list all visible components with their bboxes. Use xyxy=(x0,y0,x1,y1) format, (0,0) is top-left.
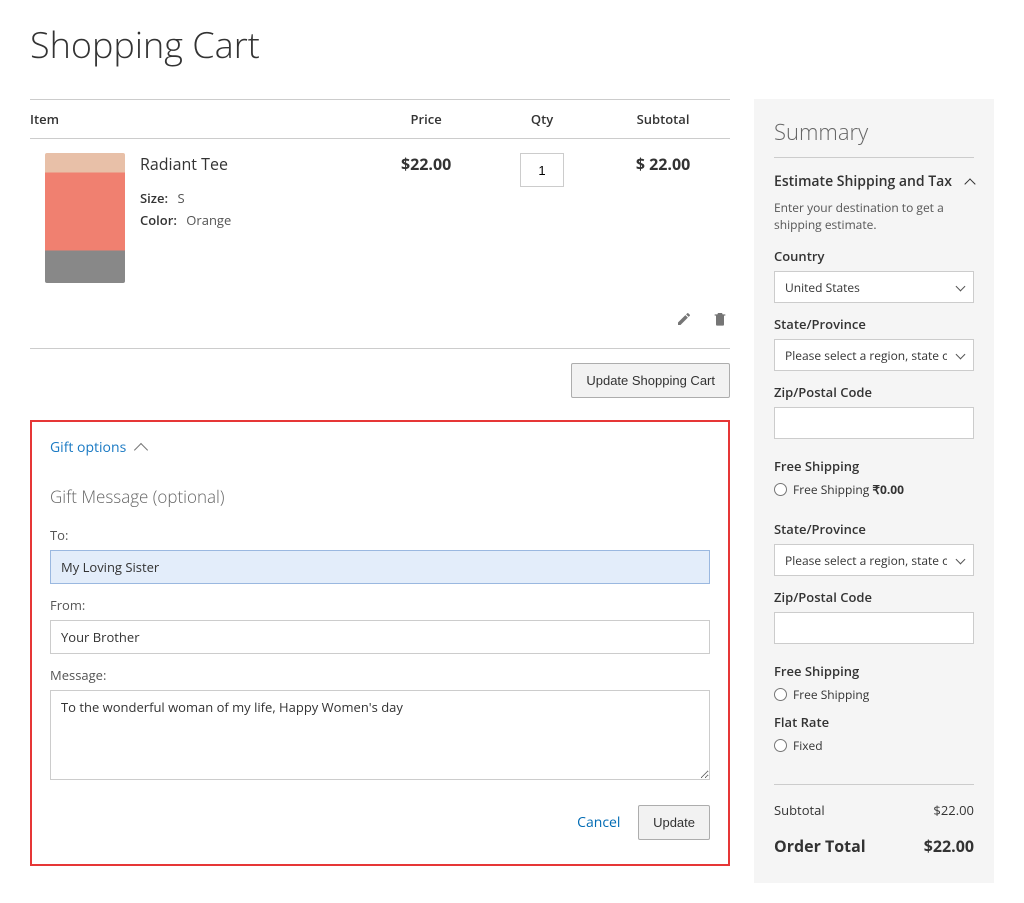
col-price: Price xyxy=(364,100,488,139)
free-shipping-title: Free Shipping xyxy=(774,457,974,475)
free-shipping-option-2: Free Shipping xyxy=(793,686,869,703)
qty-input[interactable] xyxy=(520,153,564,187)
col-item: Item xyxy=(30,100,364,139)
country-label: Country xyxy=(774,247,974,265)
col-qty: Qty xyxy=(488,100,596,139)
state-select-2[interactable]: Please select a region, state or provinc… xyxy=(774,544,974,576)
free-shipping-radio[interactable] xyxy=(774,483,787,496)
gift-from-input[interactable] xyxy=(50,620,710,654)
edit-icon[interactable] xyxy=(676,311,694,329)
flat-rate-title: Flat Rate xyxy=(774,713,974,731)
item-price: $22.00 xyxy=(364,139,488,298)
update-button[interactable]: Update xyxy=(638,805,710,840)
trash-icon[interactable] xyxy=(712,311,730,329)
chevron-up-icon xyxy=(964,178,975,189)
free-shipping-title-2: Free Shipping xyxy=(774,662,974,680)
attr-size-label: Size: xyxy=(140,189,168,207)
gift-to-input[interactable] xyxy=(50,550,710,584)
gift-message-heading: Gift Message (optional) xyxy=(50,485,710,508)
state-label-2: State/Province xyxy=(774,520,974,538)
cart-table: Item Price Qty Subtotal Radiant Tee Size… xyxy=(30,99,730,349)
subtotal-label: Subtotal xyxy=(774,801,825,819)
estimate-shipping-toggle[interactable]: Estimate Shipping and Tax xyxy=(774,172,974,191)
item-subtotal: $ 22.00 xyxy=(596,139,730,298)
product-image[interactable] xyxy=(30,139,140,298)
attr-size-value: S xyxy=(177,189,184,207)
free-shipping-radio-2[interactable] xyxy=(774,688,787,701)
gift-message-label: Message: xyxy=(50,666,710,684)
cart-item-row: Radiant Tee Size: S Color: Orange $22.00 xyxy=(30,139,730,298)
update-cart-button[interactable]: Update Shopping Cart xyxy=(571,363,730,398)
attr-color-value: Orange xyxy=(186,211,231,229)
attr-color-label: Color: xyxy=(140,211,177,229)
flat-rate-option: Fixed xyxy=(793,737,823,754)
gift-from-label: From: xyxy=(50,596,710,614)
col-subtotal: Subtotal xyxy=(596,100,730,139)
state-label: State/Province xyxy=(774,315,974,333)
zip-label-2: Zip/Postal Code xyxy=(774,588,974,606)
page-title: Shopping Cart xyxy=(30,20,994,69)
state-select[interactable]: Please select a region, state or provinc… xyxy=(774,339,974,371)
country-select[interactable]: United States xyxy=(774,271,974,303)
zip-input[interactable] xyxy=(774,407,974,439)
gift-options-label: Gift options xyxy=(50,438,126,457)
zip-input-2[interactable] xyxy=(774,612,974,644)
gift-options-toggle[interactable]: Gift options xyxy=(50,438,710,457)
gift-options-panel: Gift options Gift Message (optional) To:… xyxy=(30,420,730,866)
estimate-title: Estimate Shipping and Tax xyxy=(774,172,952,191)
order-total-value: $22.00 xyxy=(924,835,974,857)
gift-to-label: To: xyxy=(50,526,710,544)
summary-title: Summary xyxy=(774,117,974,158)
subtotal-value: $22.00 xyxy=(933,801,974,819)
cancel-link[interactable]: Cancel xyxy=(577,813,620,832)
totals: Subtotal $22.00 Order Total $22.00 xyxy=(774,784,974,861)
chevron-up-icon xyxy=(134,442,148,456)
estimate-desc: Enter your destination to get a shipping… xyxy=(774,199,974,233)
zip-label: Zip/Postal Code xyxy=(774,383,974,401)
flat-rate-radio[interactable] xyxy=(774,739,787,752)
free-shipping-option: Free Shipping ₹0.00 xyxy=(793,481,904,498)
gift-message-textarea[interactable] xyxy=(50,690,710,780)
summary-panel: Summary Estimate Shipping and Tax Enter … xyxy=(754,99,994,883)
product-name[interactable]: Radiant Tee xyxy=(140,153,364,175)
order-total-label: Order Total xyxy=(774,835,866,857)
